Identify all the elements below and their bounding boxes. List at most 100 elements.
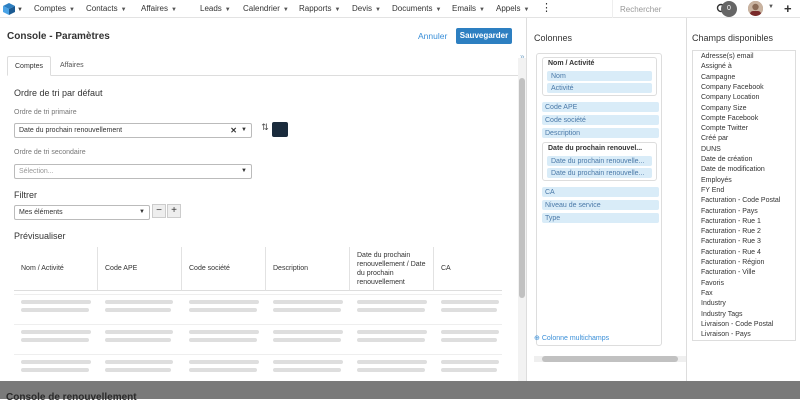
notification-badge[interactable]: 0 — [721, 1, 737, 17]
bottom-drawer-bar[interactable]: Console de renouvellement — [0, 381, 800, 403]
nav-contacts[interactable]: Contacts ▼ — [86, 4, 127, 13]
primary-sort-label: Ordre de tri primaire — [14, 109, 77, 116]
column-chip[interactable]: Nom — [547, 71, 652, 81]
column-header: Code société — [182, 247, 266, 291]
nav-documents[interactable]: Documents ▼ — [392, 4, 441, 13]
app-logo-icon[interactable]: ▼ — [3, 3, 23, 15]
sort-direction-button[interactable] — [272, 122, 288, 137]
vertical-scrollbar[interactable] — [518, 58, 526, 399]
bottom-drawer-title: Console de renouvellement — [6, 392, 137, 403]
skeleton-cell — [273, 330, 343, 334]
scrollbar-thumb[interactable] — [542, 356, 678, 362]
nav-comptes[interactable]: Comptes ▼ — [34, 4, 75, 13]
column-header: Description — [266, 247, 350, 291]
add-multifield-column-button[interactable]: ⊕ Colonne multichamps — [534, 334, 609, 342]
secondary-sort-select[interactable]: Sélection... ▼ — [14, 164, 252, 179]
nav-devis[interactable]: Devis ▼ — [352, 4, 381, 13]
skeleton-cell — [105, 300, 173, 304]
skeleton-cell — [357, 360, 427, 364]
available-field-item[interactable]: Assigné à — [701, 63, 732, 70]
nav-leads[interactable]: Leads ▼ — [200, 4, 231, 13]
column-chip[interactable]: Description — [542, 128, 659, 138]
sort-direction-icon[interactable]: ⇅ — [258, 122, 272, 137]
column-chip[interactable]: Niveau de service — [542, 200, 659, 210]
page-title: Console - Paramètres — [7, 31, 110, 42]
available-field-item[interactable]: Livraison - Pays — [701, 331, 751, 338]
available-field-item[interactable]: Industry — [701, 300, 726, 307]
column-chip[interactable]: Activité — [547, 83, 652, 93]
available-field-item[interactable]: Company Facebook — [701, 84, 764, 91]
available-field-item[interactable]: Livraison - Code Postal — [701, 321, 773, 328]
horizontal-scrollbar[interactable] — [534, 356, 686, 362]
available-field-item[interactable]: DUNS — [701, 146, 721, 153]
quick-create-plus-icon[interactable]: + — [784, 1, 792, 16]
available-fields-title: Champs disponibles — [692, 33, 774, 43]
available-field-item[interactable]: Adresse(s) email — [701, 53, 754, 60]
skeleton-cell — [441, 360, 499, 364]
column-group[interactable]: Date du prochain renouvel... Date du pro… — [542, 142, 657, 181]
column-chip[interactable]: Date du prochain renouvelle... — [547, 156, 652, 166]
chevron-down-icon[interactable]: ▼ — [241, 124, 247, 137]
column-chip[interactable]: Code APE — [542, 102, 659, 112]
available-field-item[interactable]: Facturation - Rue 1 — [701, 218, 761, 225]
tab-comptes[interactable]: Comptes — [7, 56, 51, 76]
available-field-item[interactable]: Date de création — [701, 156, 752, 163]
add-filter-button[interactable]: + — [167, 204, 181, 218]
skeleton-cell — [357, 368, 425, 372]
skeleton-cell — [21, 308, 89, 312]
skeleton-cell — [189, 338, 257, 342]
available-field-item[interactable]: Date de modification — [701, 166, 765, 173]
preview-table: Nom / Activité Code APE Code société Des… — [14, 247, 502, 399]
available-field-item[interactable]: Compte Twitter — [701, 125, 748, 132]
available-field-item[interactable]: Employés — [701, 177, 732, 184]
available-field-item[interactable]: Compte Facebook — [701, 115, 758, 122]
chevron-down-icon[interactable]: ▼ — [241, 165, 247, 178]
available-field-item[interactable]: Facturation - Code Postal — [701, 197, 780, 204]
column-chip[interactable]: CA — [542, 187, 659, 197]
clear-icon[interactable]: ✕ — [230, 124, 237, 137]
available-field-item[interactable]: Facturation - Région — [701, 259, 764, 266]
multifield-label: Colonne multichamps — [541, 335, 610, 342]
available-field-item[interactable]: Campagne — [701, 74, 735, 81]
column-chip[interactable]: Date du prochain renouvelle... — [547, 168, 652, 178]
chevron-down-icon[interactable]: ▼ — [139, 206, 145, 219]
available-field-item[interactable]: Company Location — [701, 94, 759, 101]
available-field-item[interactable]: Facturation - Ville — [701, 269, 755, 276]
available-field-item[interactable]: Fax — [701, 290, 713, 297]
more-nav-dots[interactable]: ⋮ — [541, 1, 552, 14]
nav-affaires[interactable]: Affaires ▼ — [141, 4, 177, 13]
nav-rapports[interactable]: Rapports ▼ — [299, 4, 340, 13]
available-field-item[interactable]: FY End — [701, 187, 724, 194]
plus-circle-icon: ⊕ — [534, 335, 540, 342]
available-field-item[interactable]: Facturation - Pays — [701, 208, 758, 215]
tab-affaires[interactable]: Affaires — [53, 56, 91, 76]
skeleton-cell — [441, 368, 497, 372]
available-field-item[interactable]: Créé par — [701, 135, 728, 142]
skeleton-cell — [441, 308, 497, 312]
user-menu-chevron-down-icon[interactable]: ▼ — [768, 4, 774, 10]
skeleton-cell — [105, 338, 171, 342]
column-group[interactable]: Nom / Activité Nom Activité — [542, 57, 657, 96]
column-chip[interactable]: Type — [542, 213, 659, 223]
user-avatar[interactable] — [748, 1, 763, 16]
filter-section-title: Filtrer — [14, 190, 37, 200]
available-field-item[interactable]: Industry Tags — [701, 311, 743, 318]
save-button[interactable]: Sauvegarder — [456, 28, 512, 44]
available-field-item[interactable]: Favoris — [701, 280, 724, 287]
column-group-title: Date du prochain renouvel... — [548, 145, 643, 152]
available-field-item[interactable]: Facturation - Rue 4 — [701, 249, 761, 256]
column-chip[interactable]: Code société — [542, 115, 659, 125]
search-input[interactable]: Rechercher — [620, 5, 661, 14]
nav-emails[interactable]: Emails ▼ — [452, 4, 485, 13]
cancel-button[interactable]: Annuler — [418, 31, 447, 41]
scrollbar-thumb[interactable] — [519, 78, 525, 298]
available-field-item[interactable]: Company Size — [701, 105, 747, 112]
filter-select[interactable]: Mes éléments ▼ — [14, 205, 150, 220]
primary-sort-select[interactable]: Date du prochain renouvellement ✕ ▼ — [14, 123, 252, 138]
nav-appels[interactable]: Appels ▼ — [496, 4, 529, 13]
available-field-item[interactable]: Facturation - Rue 2 — [701, 228, 761, 235]
available-field-item[interactable]: Facturation - Rue 3 — [701, 238, 761, 245]
skeleton-cell — [441, 330, 499, 334]
nav-calendrier[interactable]: Calendrier ▼ — [243, 4, 289, 13]
remove-filter-button[interactable]: − — [152, 204, 166, 218]
